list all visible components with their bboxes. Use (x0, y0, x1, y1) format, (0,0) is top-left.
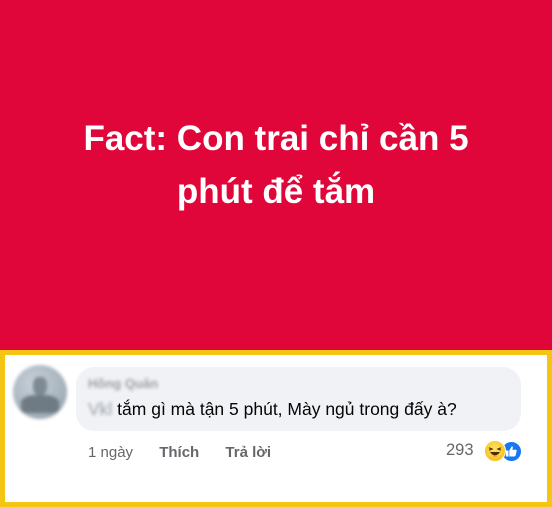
like-button[interactable]: Thích (159, 444, 199, 461)
avatar-shape (33, 377, 47, 395)
post-text-line-2: phút để tắm (176, 172, 376, 211)
comment-text-main: tắm gì mà tận 5 phút, Mày ngủ trong đấy … (112, 399, 457, 419)
avatar-shape (21, 395, 59, 413)
comment-timestamp[interactable]: 1 ngày (88, 444, 133, 461)
comment-author[interactable]: Hồng Quân (88, 376, 158, 391)
comment-text: Vkl tắm gì mà tận 5 phút, Mày ngủ trong … (88, 399, 457, 420)
post-card: Fact: Con trai chỉ cần 5 phút để tắm (0, 0, 552, 350)
comment-text-blurred-word: Vkl (88, 399, 113, 419)
comment-bubble: Hồng Quân Vkl tắm gì mà tận 5 phút, Mày … (76, 367, 521, 431)
post-text-line-1: Fact: Con trai chỉ cần 5 (83, 119, 469, 158)
comment-actions: 1 ngày Thích Trả lời (88, 444, 293, 461)
reply-button[interactable]: Trả lời (225, 444, 271, 461)
haha-icon (484, 440, 506, 462)
post-text: Fact: Con trai chỉ cần 5 phút để tắm (40, 112, 512, 218)
reaction-count: 293 (446, 441, 474, 459)
avatar[interactable] (13, 365, 67, 419)
